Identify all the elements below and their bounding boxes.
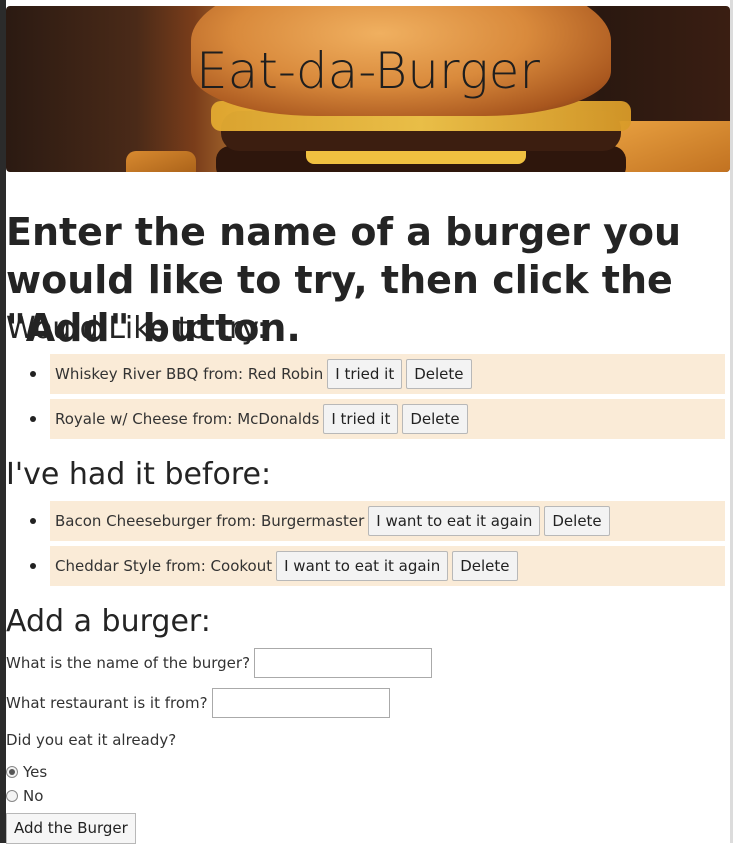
- radio-no[interactable]: [6, 790, 18, 802]
- burger-text: Cheddar Style from: Cookout: [55, 557, 273, 575]
- radio-no-label: No: [23, 787, 44, 805]
- eaten-question-row: Did you eat it already?: [6, 731, 176, 749]
- delete-button[interactable]: Delete: [452, 551, 518, 581]
- delete-button[interactable]: Delete: [406, 359, 472, 389]
- burger-name-input[interactable]: [254, 648, 433, 678]
- list-item: Bacon Cheeseburger from: Burgermaster I …: [30, 501, 725, 541]
- fries-image-right: [610, 121, 730, 172]
- had-before-heading: I've had it before:: [6, 457, 272, 492]
- list-item: Cheddar Style from: Cookout I want to ea…: [30, 546, 725, 586]
- fries-image-left: [126, 151, 196, 172]
- burger-name-label: What is the name of the burger?: [6, 654, 251, 672]
- delete-button[interactable]: Delete: [544, 506, 610, 536]
- list-item: Whiskey River BBQ from: Red Robin I trie…: [30, 354, 725, 394]
- had-before-list: Bacon Cheeseburger from: Burgermaster I …: [6, 501, 730, 591]
- eat-again-button[interactable]: I want to eat it again: [276, 551, 449, 581]
- radio-yes-row[interactable]: Yes: [6, 763, 47, 781]
- burger-text: Bacon Cheeseburger from: Burgermaster: [55, 512, 365, 530]
- page: Eat-da-Burger Enter the name of a burger…: [6, 6, 730, 844]
- hero-banner: Eat-da-Burger: [6, 6, 730, 172]
- burger-name-row: What is the name of the burger?: [6, 648, 433, 678]
- burger-text: Whiskey River BBQ from: Red Robin: [55, 365, 324, 383]
- page-title: Eat-da-Burger: [196, 42, 540, 100]
- would-like-heading: Would Like to try:: [6, 311, 267, 346]
- tried-it-button[interactable]: I tried it: [323, 404, 399, 434]
- burger-text: Royale w/ Cheese from: McDonalds: [55, 410, 320, 428]
- add-burger-button[interactable]: Add the Burger: [6, 813, 136, 844]
- add-burger-heading: Add a burger:: [6, 604, 211, 639]
- restaurant-input[interactable]: [211, 688, 390, 718]
- restaurant-label: What restaurant is it from?: [6, 694, 208, 712]
- radio-yes[interactable]: [6, 766, 18, 778]
- would-like-list: Whiskey River BBQ from: Red Robin I trie…: [6, 354, 730, 444]
- tried-it-button[interactable]: I tried it: [327, 359, 403, 389]
- radio-yes-label: Yes: [23, 763, 48, 781]
- radio-no-row[interactable]: No: [6, 787, 43, 805]
- restaurant-row: What restaurant is it from?: [6, 688, 390, 718]
- eaten-question-label: Did you eat it already?: [6, 731, 177, 749]
- delete-button[interactable]: Delete: [402, 404, 468, 434]
- list-item: Royale w/ Cheese from: McDonalds I tried…: [30, 399, 725, 439]
- eat-again-button[interactable]: I want to eat it again: [368, 506, 541, 536]
